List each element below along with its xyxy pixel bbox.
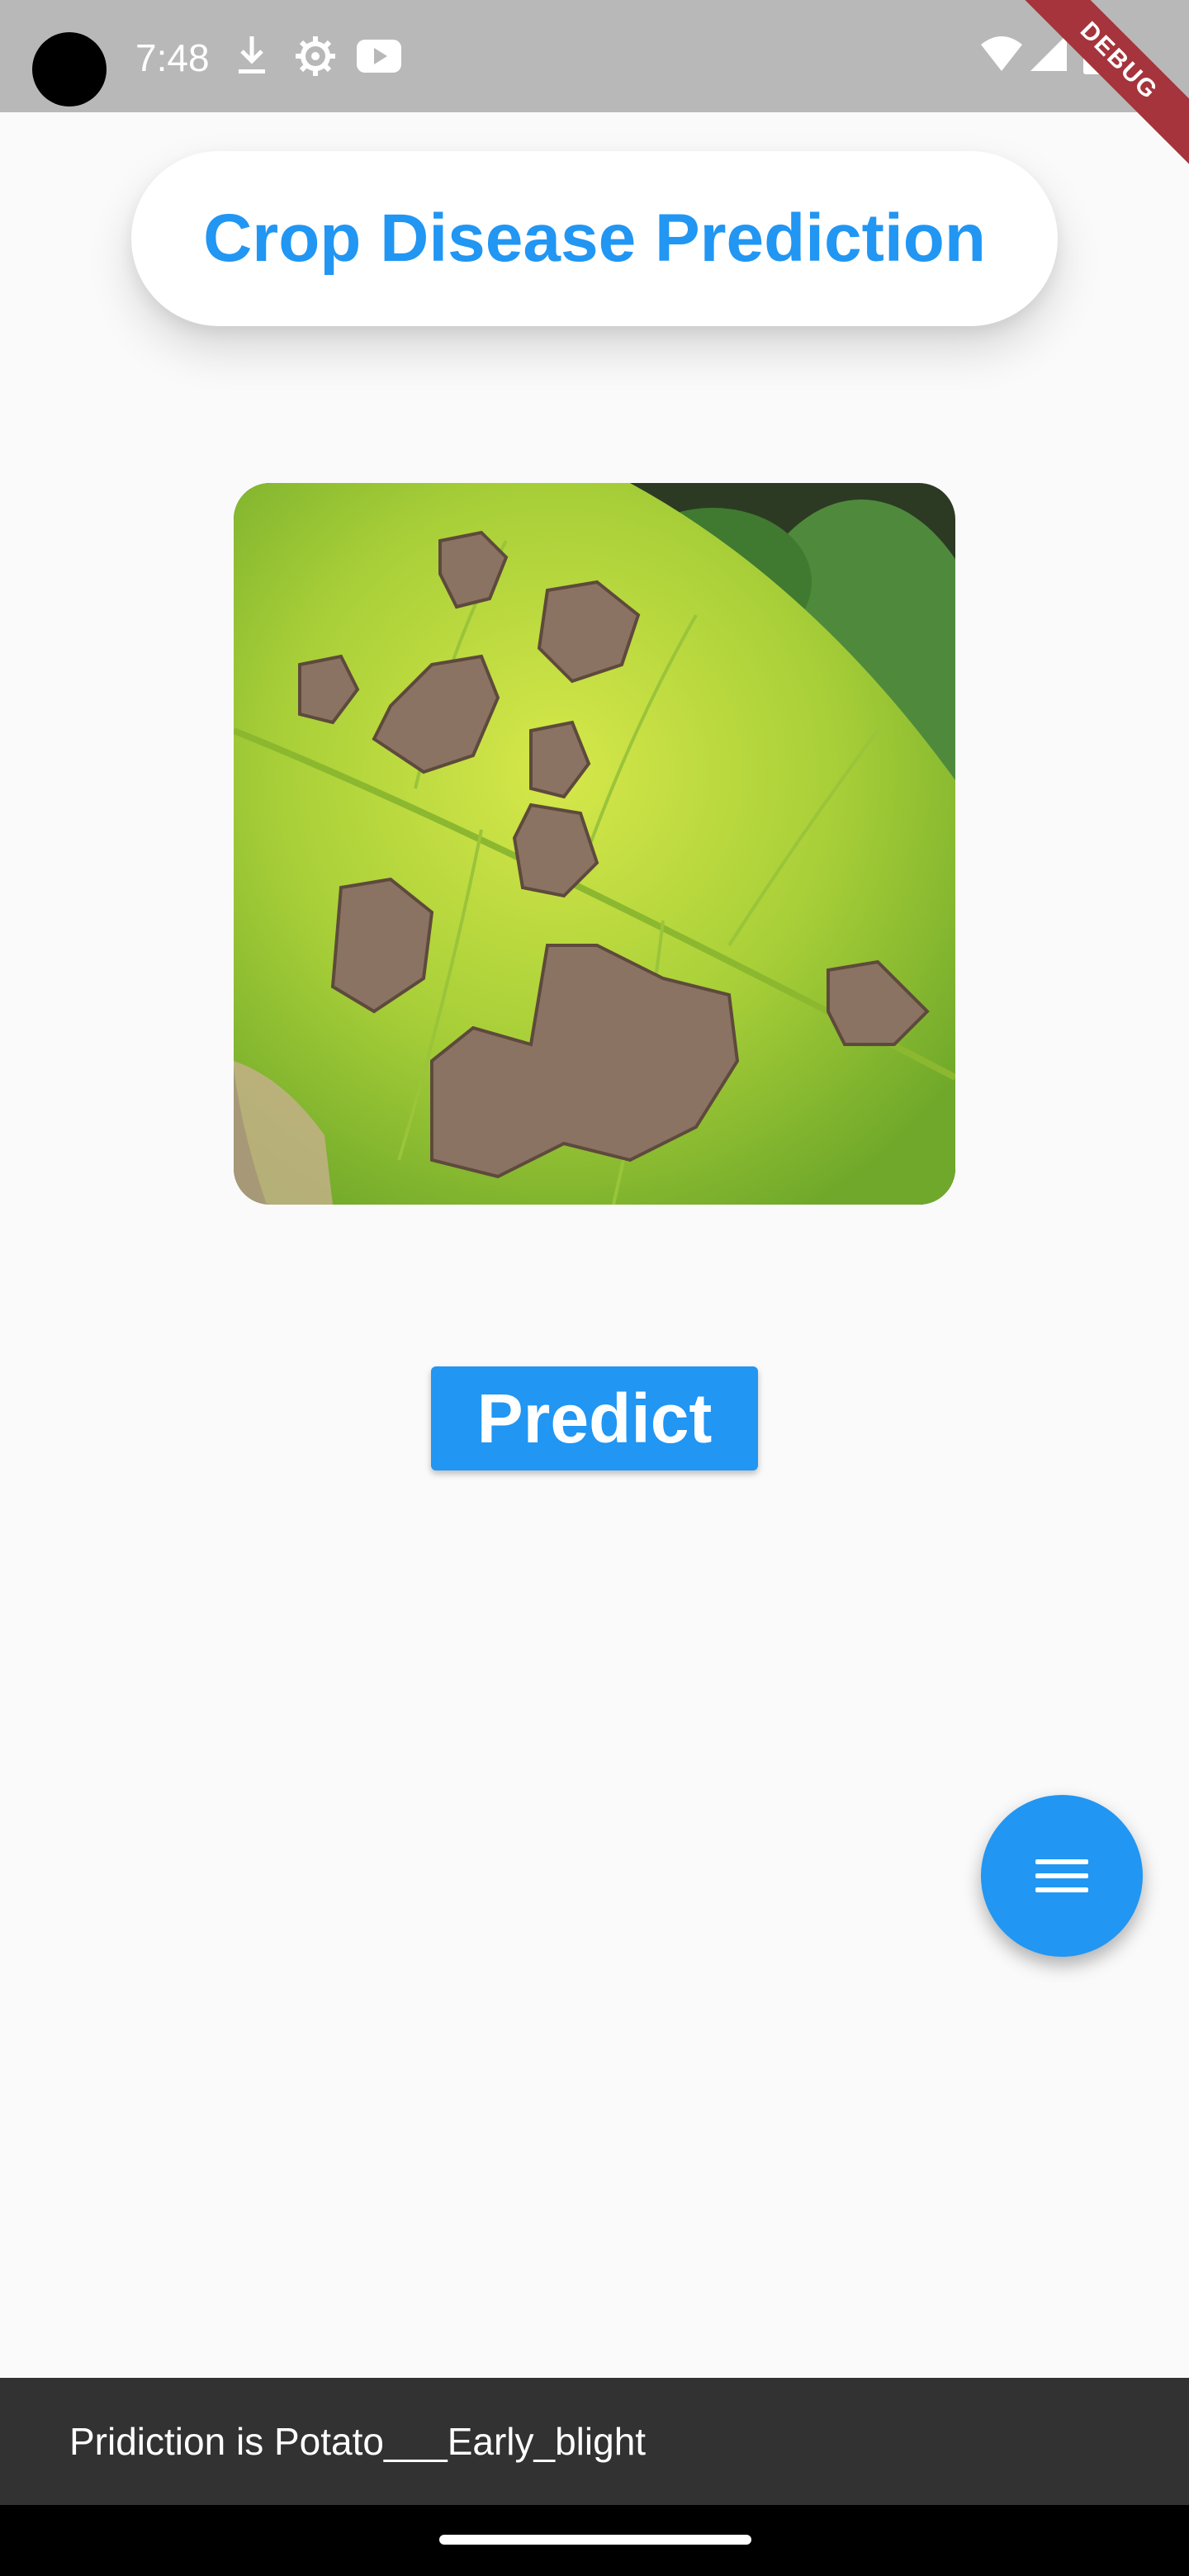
wifi-icon	[981, 36, 1022, 71]
predict-button[interactable]: Predict	[431, 1366, 758, 1470]
youtube-icon	[357, 40, 401, 73]
home-indicator[interactable]	[439, 2535, 751, 2545]
status-time: 7:48	[135, 36, 210, 79]
title-card: Crop Disease Prediction	[131, 151, 1058, 326]
snackbar: Pridiction is Potato___Early_blight	[0, 2378, 1189, 2505]
prediction-message: Pridiction is Potato___Early_blight	[69, 2420, 647, 2463]
menu-fab[interactable]	[981, 1795, 1143, 1957]
download-icon	[239, 36, 265, 73]
settings-icon	[296, 36, 335, 76]
leaf-image	[234, 483, 955, 1205]
debug-banner: DEBUG	[1011, 0, 1189, 168]
page-title: Crop Disease Prediction	[203, 201, 986, 276]
status-bar: 7:48 DEBUG	[0, 0, 1189, 168]
camera-cutout	[32, 32, 107, 107]
menu-icon	[1035, 1859, 1088, 1892]
signal-icon	[1030, 35, 1067, 71]
